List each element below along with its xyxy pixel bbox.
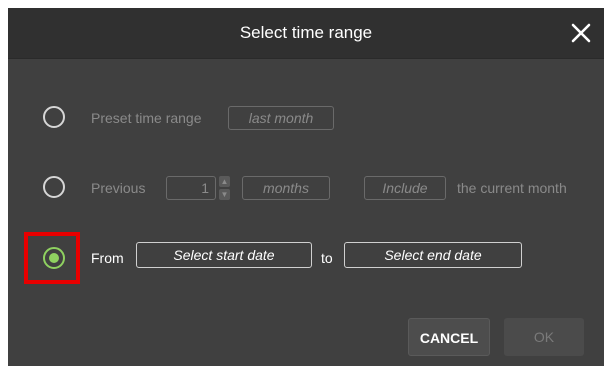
radio-previous[interactable] xyxy=(43,176,65,198)
count-increment-icon[interactable]: ▲ xyxy=(219,176,230,187)
start-date-field[interactable]: Select start date xyxy=(136,242,312,268)
cancel-button[interactable]: CANCEL xyxy=(408,318,490,356)
previous-label: Previous xyxy=(91,180,146,196)
radio-from-to[interactable] xyxy=(43,247,65,269)
previous-count-input[interactable]: 1 xyxy=(166,176,216,200)
from-label: From xyxy=(91,250,124,266)
preset-range-select[interactable]: last month xyxy=(228,106,334,130)
close-icon[interactable] xyxy=(570,22,592,44)
include-current-select[interactable]: Include xyxy=(364,176,446,200)
count-decrement-icon[interactable]: ▼ xyxy=(219,189,230,200)
ok-button[interactable]: OK xyxy=(504,318,584,356)
current-month-label: the current month xyxy=(457,180,567,196)
dialog-title: Select time range xyxy=(239,23,373,42)
select-time-range-dialog: Select time range Preset time range last… xyxy=(8,8,604,366)
to-label: to xyxy=(321,250,333,266)
radio-preset-time-range[interactable] xyxy=(43,106,65,128)
dialog-titlebar: Select time range xyxy=(8,8,604,59)
preset-time-range-label: Preset time range xyxy=(91,110,202,126)
end-date-field[interactable]: Select end date xyxy=(344,242,522,268)
previous-unit-select[interactable]: months xyxy=(242,176,330,200)
